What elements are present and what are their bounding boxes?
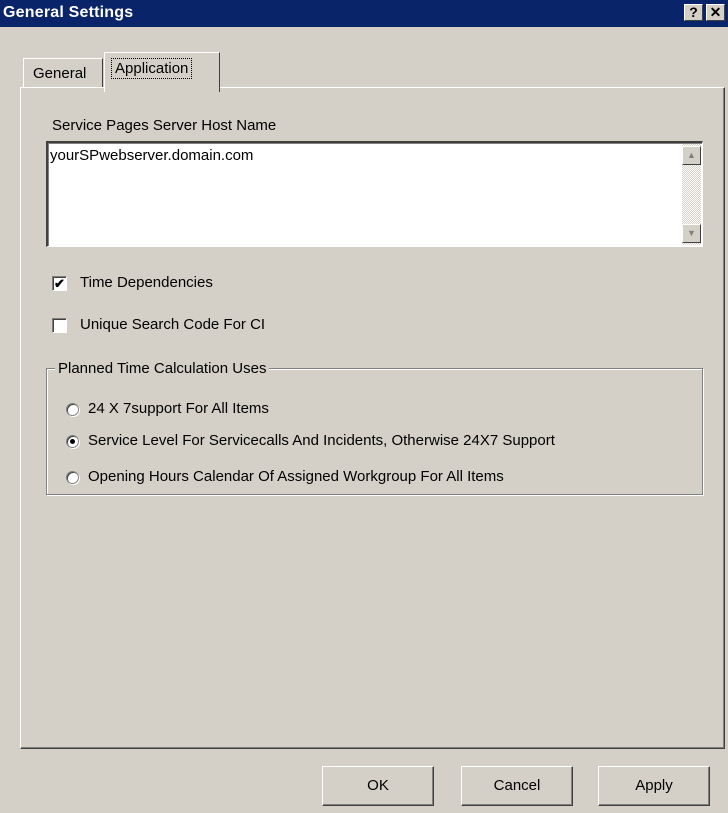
radio-24x7-label: 24 X 7support For All Items (88, 400, 269, 417)
planned-time-legend: Planned Time Calculation Uses (55, 360, 270, 377)
time-dependencies-label: Time Dependencies (80, 274, 213, 291)
window-title: General Settings (3, 4, 134, 21)
ok-button[interactable]: OK (322, 766, 434, 806)
time-dependencies-checkbox[interactable]: ✔ (52, 276, 67, 291)
close-button[interactable]: ✕ (706, 4, 725, 21)
unique-search-code-checkbox[interactable] (52, 318, 67, 333)
tab-application[interactable]: Application (104, 52, 220, 92)
checkmark-icon: ✔ (54, 276, 65, 291)
host-name-value: yourSPwebserver.domain.com (50, 147, 254, 164)
host-name-label: Service Pages Server Host Name (52, 117, 277, 134)
radio-opening-hours-label: Opening Hours Calendar Of Assigned Workg… (88, 468, 504, 485)
radio-service-level-label: Service Level For Servicecalls And Incid… (88, 432, 555, 449)
scroll-up-icon[interactable]: ▲ (682, 146, 701, 165)
radio-opening-hours[interactable] (66, 471, 79, 484)
radio-selected-dot-icon (70, 439, 75, 444)
vertical-scrollbar[interactable]: ▲ ▼ (682, 144, 701, 245)
apply-button[interactable]: Apply (598, 766, 710, 806)
tab-general-label: General (33, 65, 87, 82)
tab-general[interactable]: General (23, 58, 103, 88)
radio-service-level[interactable] (66, 435, 79, 448)
radio-24x7[interactable] (66, 403, 79, 416)
host-name-textarea[interactable]: yourSPwebserver.domain.com ▲ ▼ (46, 141, 703, 247)
unique-search-code-label: Unique Search Code For CI (80, 316, 266, 333)
cancel-button[interactable]: Cancel (461, 766, 573, 806)
scroll-down-icon[interactable]: ▼ (682, 224, 701, 243)
help-button[interactable]: ? (684, 4, 703, 21)
tab-application-label: Application (110, 58, 193, 79)
title-bar: General Settings ? ✕ (0, 0, 728, 27)
